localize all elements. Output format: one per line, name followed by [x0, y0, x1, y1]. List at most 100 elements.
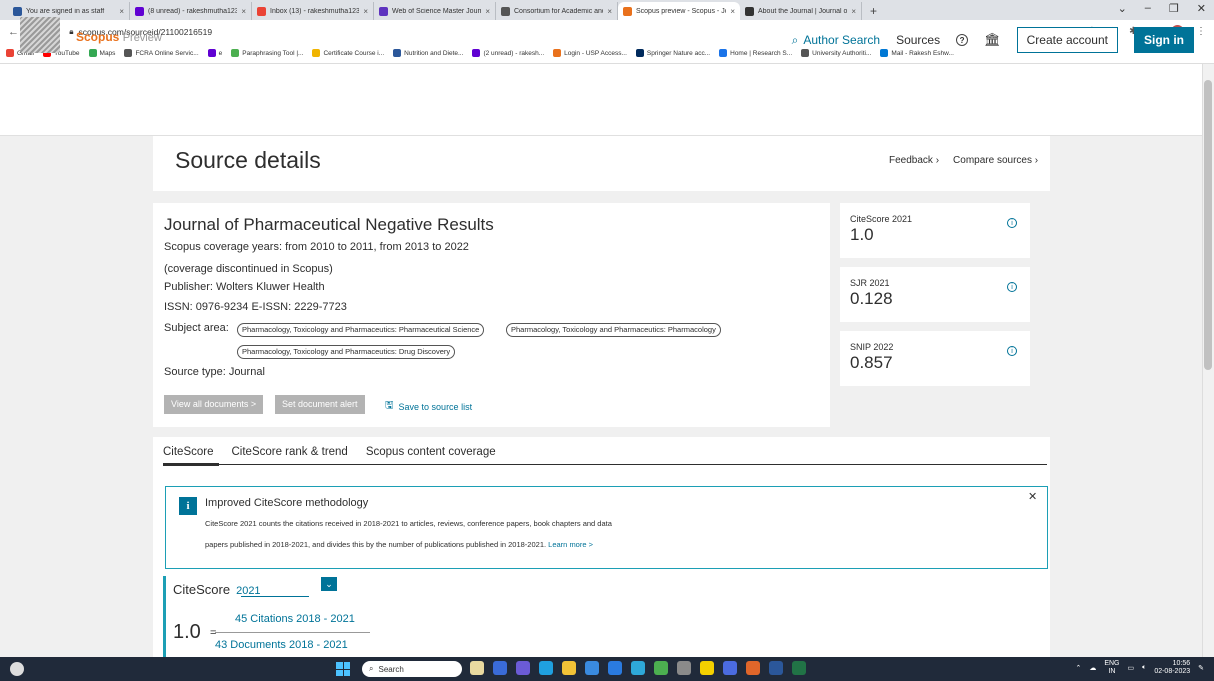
elsevier-logo-icon[interactable] [20, 17, 60, 53]
mail-icon[interactable] [608, 661, 622, 675]
close-tab-icon[interactable]: × [607, 7, 612, 16]
browser-tab[interactable]: About the Journal | Journal of P × [740, 2, 862, 20]
close-tab-icon[interactable]: × [851, 7, 856, 16]
bookmark-item[interactable]: Springer Nature acc... [635, 49, 710, 57]
screen: You are signed in as staff × (8 unread) -… [0, 0, 1214, 681]
chevron-right-icon: › [1034, 155, 1039, 166]
chat-icon[interactable] [516, 661, 530, 675]
bookmark-item[interactable]: FCRA Online Servic... [124, 49, 199, 57]
browser-tab-active[interactable]: Scopus preview - Scopus - Jour × [618, 2, 740, 20]
close-tab-icon[interactable]: × [363, 7, 368, 16]
tab-search-icon[interactable]: ⌄ [1118, 2, 1127, 15]
chrome-icon[interactable] [654, 661, 668, 675]
bookmark-item[interactable]: Login - USP Access... [553, 49, 627, 57]
chrome-profile-icon[interactable] [746, 661, 760, 675]
file-explorer-icon[interactable] [562, 661, 576, 675]
help-icon[interactable]: ? [956, 34, 969, 46]
info-icon[interactable]: i [1007, 346, 1017, 356]
back-icon[interactable]: ← [8, 26, 19, 38]
snip-metric-card: SNIP 2022 0.857 i [840, 331, 1030, 386]
onedrive-icon[interactable]: ☁ [1089, 664, 1096, 672]
citescore-label: CiteScore 2021 [173, 582, 261, 597]
tab-scopus-content-coverage[interactable]: Scopus content coverage [366, 446, 496, 458]
weather-icon[interactable] [10, 662, 24, 676]
widgets-icon[interactable] [470, 661, 484, 675]
info-icon[interactable]: i [1007, 218, 1017, 228]
chevron-up-icon[interactable]: ⌃ [1075, 664, 1081, 672]
create-account-button[interactable]: Create account [1016, 27, 1118, 53]
scrollbar-thumb[interactable] [1204, 80, 1212, 370]
language-indicator[interactable]: ENG IN [1104, 660, 1119, 676]
maps-icon[interactable] [631, 661, 645, 675]
close-icon[interactable]: ✕ [1028, 490, 1037, 503]
feedback-link[interactable]: Feedback › [889, 155, 939, 166]
taskbar-apps [470, 661, 806, 675]
close-tab-icon[interactable]: × [485, 7, 490, 16]
restore-icon[interactable]: ❐ [1169, 2, 1179, 15]
coverage-status: (coverage discontinued in Scopus) [164, 263, 333, 275]
scopus-brand[interactable]: Scopus Preview [76, 30, 162, 44]
browser-tab[interactable]: (8 unread) - rakeshmutha123@ × [130, 2, 252, 20]
subject-chip[interactable]: Pharmacology, Toxicology and Pharmaceuti… [237, 345, 456, 359]
windows-start-icon[interactable] [336, 662, 350, 676]
bookmark-favicon-icon [231, 49, 240, 57]
sources-link[interactable]: Sources [896, 33, 940, 47]
excel-icon[interactable] [792, 661, 806, 675]
bookmark-item[interactable]: (2 unread) - rakesh... [472, 49, 544, 57]
subject-chip[interactable]: Pharmacology, Toxicology and Pharmaceuti… [506, 323, 721, 337]
publisher: Publisher: Wolters Kluwer Health [164, 281, 325, 293]
new-tab-button[interactable]: + [862, 2, 885, 20]
tab-list: CiteScore CiteScore rank & trend Scopus … [163, 446, 496, 458]
compare-sources-link[interactable]: Compare sources › [953, 155, 1038, 166]
menu-icon[interactable]: ⋮ [1196, 26, 1206, 37]
sign-in-button[interactable]: Sign in [1134, 27, 1194, 53]
chevron-down-icon[interactable]: ⌄ [321, 577, 337, 591]
minimize-icon[interactable]: – [1145, 2, 1151, 15]
bookmark-favicon-icon [719, 49, 728, 57]
documents-link[interactable]: 43 Documents 2018 - 2021 [215, 639, 348, 651]
save-to-source-list-button[interactable]: 🖫︎ Save to source list [385, 398, 472, 415]
view-all-documents-button[interactable]: View all documents > [164, 395, 264, 414]
settings-icon[interactable] [677, 661, 691, 675]
teams-icon[interactable] [723, 661, 737, 675]
fraction-line [215, 632, 370, 633]
citations-link[interactable]: 45 Citations 2018 - 2021 [235, 613, 355, 625]
author-search-link[interactable]: ⌕ Author Search [792, 33, 880, 48]
word-icon[interactable] [769, 661, 783, 675]
network-icon[interactable]: ▭ [1127, 664, 1134, 672]
notification-icon[interactable]: ✎ [1198, 664, 1204, 672]
store-icon[interactable] [585, 661, 599, 675]
close-window-icon[interactable]: ✕ [1197, 2, 1206, 15]
bookmark-item[interactable]: Certificate Course i... [312, 49, 384, 57]
bookmark-item[interactable]: Paraphrasing Tool |... [231, 49, 303, 57]
bookmark-favicon-icon [6, 49, 14, 57]
browser-tab[interactable]: Inbox (13) - rakeshmutha123@ × [252, 2, 374, 20]
bookmark-item[interactable]: Nutrition and Diete... [393, 49, 463, 57]
taskbar-search[interactable]: ⌕ Search [362, 661, 462, 677]
clock[interactable]: 10:56 02-08-2023 [1154, 660, 1190, 676]
tab-favicon-icon [501, 6, 510, 16]
learn-more-link[interactable]: Learn more > [548, 540, 593, 549]
tab-citescore-rank-trend[interactable]: CiteScore rank & trend [232, 446, 348, 458]
task-view-icon[interactable] [493, 661, 507, 675]
browser-tab[interactable]: Web of Science Master Journal × [374, 2, 496, 20]
close-tab-icon[interactable]: × [119, 7, 124, 16]
subject-chip[interactable]: Pharmacology, Toxicology and Pharmaceuti… [237, 323, 485, 337]
set-document-alert-button[interactable]: Set document alert [275, 395, 365, 414]
coverage-years: Scopus coverage years: from 2010 to 2011… [164, 241, 469, 253]
close-tab-icon[interactable]: × [241, 7, 246, 16]
info-icon[interactable]: i [1007, 282, 1017, 292]
bookmark-item[interactable]: e [207, 49, 222, 57]
notice-text: CiteScore 2021 counts the citations rece… [205, 519, 612, 528]
bookmark-item[interactable]: Home | Research S... [719, 49, 792, 57]
bookmark-item[interactable]: Maps [88, 49, 115, 57]
citescore-metric-card: CiteScore 2021 1.0 i [840, 203, 1030, 258]
volume-icon[interactable]: 🔈︎ [1142, 664, 1146, 672]
tab-divider [163, 464, 1047, 465]
edge-icon[interactable] [539, 661, 553, 675]
browser-tab[interactable]: Consortium for Academic and R × [496, 2, 618, 20]
sticky-notes-icon[interactable] [700, 661, 714, 675]
tab-citescore[interactable]: CiteScore [163, 446, 214, 458]
institution-icon[interactable]: 🏛︎ [984, 32, 1001, 48]
close-tab-icon[interactable]: × [730, 7, 735, 16]
